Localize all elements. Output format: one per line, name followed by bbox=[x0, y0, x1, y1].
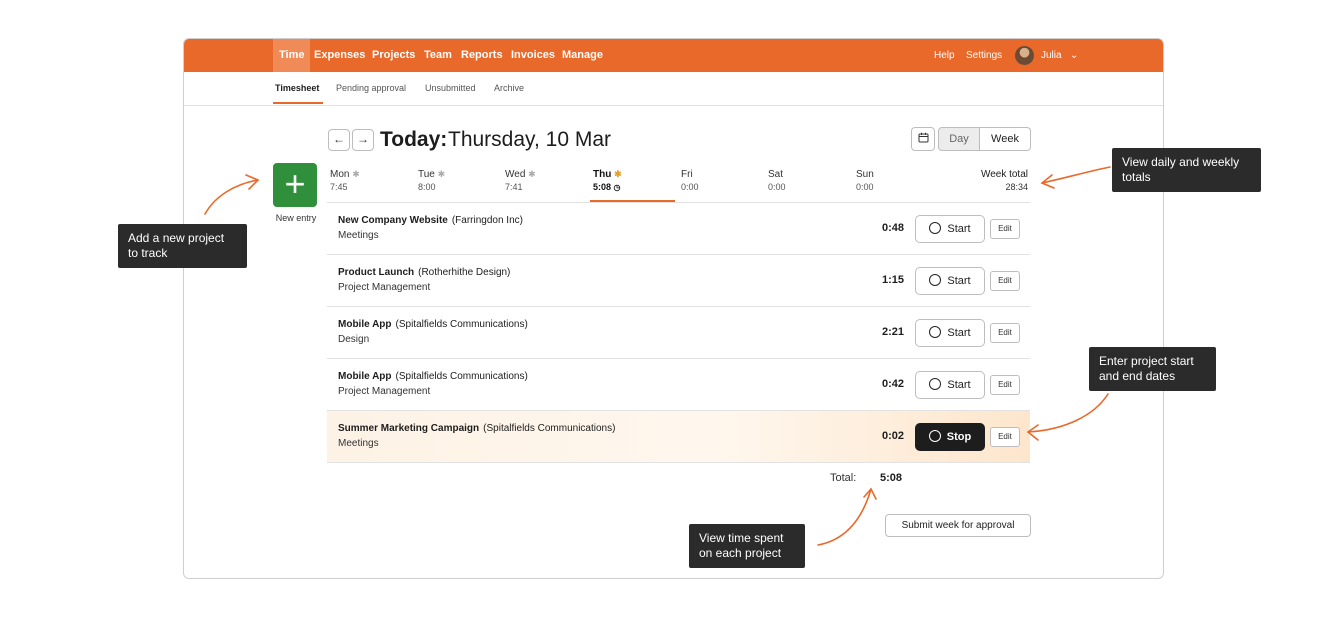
callout-line: to track bbox=[128, 246, 168, 260]
callout-line: Add a new project bbox=[128, 231, 225, 245]
annotation-arrows bbox=[204, 166, 1111, 546]
callout-time-spent: View time spent on each project bbox=[689, 524, 805, 568]
arrow-new-entry bbox=[204, 179, 259, 215]
arrow-edit bbox=[1027, 393, 1109, 433]
callout-line: and end dates bbox=[1099, 369, 1176, 383]
arrowhead bbox=[1026, 424, 1039, 441]
callout-line: on each project bbox=[699, 546, 782, 560]
callout-new-project: Add a new project to track bbox=[118, 224, 247, 268]
arrow-total bbox=[817, 488, 872, 546]
callout-line: totals bbox=[1122, 170, 1151, 184]
callout-line: View time spent bbox=[699, 531, 784, 545]
callout-dates: Enter project start and end dates bbox=[1089, 347, 1216, 391]
callout-totals: View daily and weekly totals bbox=[1112, 148, 1261, 192]
callout-line: View daily and weekly bbox=[1122, 155, 1240, 169]
callout-line: Enter project start bbox=[1099, 354, 1194, 368]
